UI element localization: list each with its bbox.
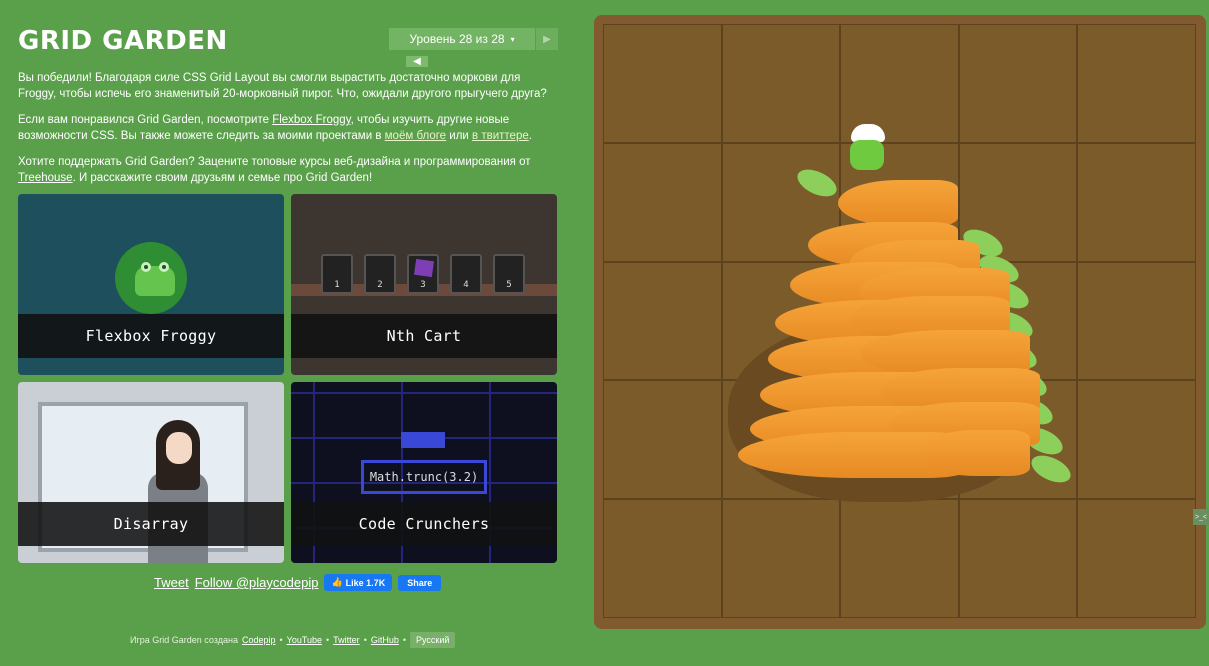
frog-icon (135, 262, 175, 296)
cart-icon: 1 (321, 254, 353, 294)
garden-plot (1077, 499, 1196, 618)
cart-icon: 2 (364, 254, 396, 294)
carrot-icon (920, 430, 1030, 476)
level-selector[interactable]: Уровень 28 из 28 ▾ (388, 28, 536, 50)
garden-plot (603, 261, 722, 381)
page-title: GRID GARDEN (18, 26, 228, 56)
recommendation-text-1: Если вам понравился Grid Garden, посмотр… (18, 114, 273, 126)
treehouse-link[interactable]: Treehouse (18, 172, 73, 184)
footer-link-github[interactable]: GitHub (371, 635, 399, 645)
support-message: Хотите поддержать Grid Garden? Зацените … (18, 154, 558, 186)
facebook-like-button[interactable]: 👍 Like 1.7K (324, 574, 393, 591)
separator: • (279, 635, 283, 645)
garden-plot (1077, 261, 1196, 381)
thumbs-up-icon: 👍 (331, 577, 343, 587)
garden-plot (958, 499, 1078, 618)
footer-link-codepip[interactable]: Codepip (242, 635, 276, 645)
separator: • (402, 635, 407, 645)
level-label: Уровень 28 из 28 (409, 32, 505, 46)
card-label: Disarray (18, 502, 284, 546)
facebook-share-button[interactable]: Share (398, 574, 442, 591)
support-text-2: . И расскажите своим друзьям и семье про… (72, 172, 373, 184)
recommendation-text-3: или (446, 130, 473, 142)
next-level-button[interactable]: ▶ (536, 28, 558, 50)
garden-plot (958, 24, 1078, 143)
social-bar: Tweet Follow @playcodepip 👍 Like 1.7K Sh… (154, 574, 442, 591)
garden-plot (721, 24, 841, 143)
footer-link-youtube[interactable]: YouTube (287, 635, 322, 645)
garden-plot (603, 499, 722, 618)
victory-message: Вы победили! Благодаря силе CSS Grid Lay… (18, 72, 547, 100)
footer-text: Игра Grid Garden создана (130, 635, 238, 645)
recommendation-message: Если вам понравился Grid Garden, посмотр… (18, 112, 558, 144)
card-disarray[interactable]: Disarray (18, 382, 284, 563)
footer: Игра Grid Garden создана Codepip • YouTu… (130, 632, 456, 648)
cart-icon: 5 (493, 254, 525, 294)
flexbox-froggy-link[interactable]: Flexbox Froggy (272, 114, 350, 126)
garden-plot (603, 24, 722, 143)
cart-gem-icon: 3 (407, 254, 439, 294)
tweet-link[interactable]: Tweet (154, 575, 189, 590)
language-selector[interactable]: Русский (410, 632, 456, 648)
card-code-crunchers[interactable]: Math.trunc(3.2) Code Crunchers (291, 382, 557, 563)
separator: • (326, 635, 330, 645)
card-nth-cart[interactable]: 1 2 3 4 5 Nth Cart (291, 194, 557, 375)
twitter-link[interactable]: в твиттере (472, 130, 529, 142)
console-toggle-icon[interactable]: >_< (1193, 509, 1209, 525)
caret-down-icon: ▾ (510, 34, 515, 44)
garden-plot (1077, 380, 1196, 500)
cart-icon: 4 (450, 254, 482, 294)
card-flexbox-froggy[interactable]: Flexbox Froggy (18, 194, 284, 375)
level-navigation: ◀ Уровень 28 из 28 ▾ ▶ (388, 28, 558, 67)
code-snippet: Math.trunc(3.2) (361, 460, 487, 494)
follow-link[interactable]: Follow @playcodepip (195, 575, 319, 590)
robot-icon (401, 432, 445, 448)
garden-plot (1077, 24, 1196, 143)
separator: • (363, 635, 367, 645)
recommendation-text-4: . (528, 130, 532, 142)
garden-plot (721, 499, 841, 618)
carrot-icon (838, 180, 958, 226)
garden-plot (1077, 142, 1196, 262)
previous-level-button[interactable]: ◀ (406, 56, 428, 67)
garden-plot (840, 499, 959, 618)
garden-plot (603, 142, 722, 262)
support-text-1: Хотите поддержать Grid Garden? Зацените … (18, 156, 531, 168)
like-count: Like 1.7K (345, 577, 386, 588)
blog-link[interactable]: моём блоге (385, 130, 446, 142)
footer-link-twitter[interactable]: Twitter (333, 635, 360, 645)
chef-frog-icon (850, 140, 884, 170)
garden-plot (603, 380, 722, 500)
card-label: Flexbox Froggy (18, 314, 284, 358)
card-label: Nth Cart (291, 314, 557, 358)
character-face (166, 432, 192, 464)
other-games-grid: Flexbox Froggy 1 2 3 4 5 Nth Cart Disarr… (18, 194, 558, 564)
card-label: Code Crunchers (291, 502, 557, 546)
